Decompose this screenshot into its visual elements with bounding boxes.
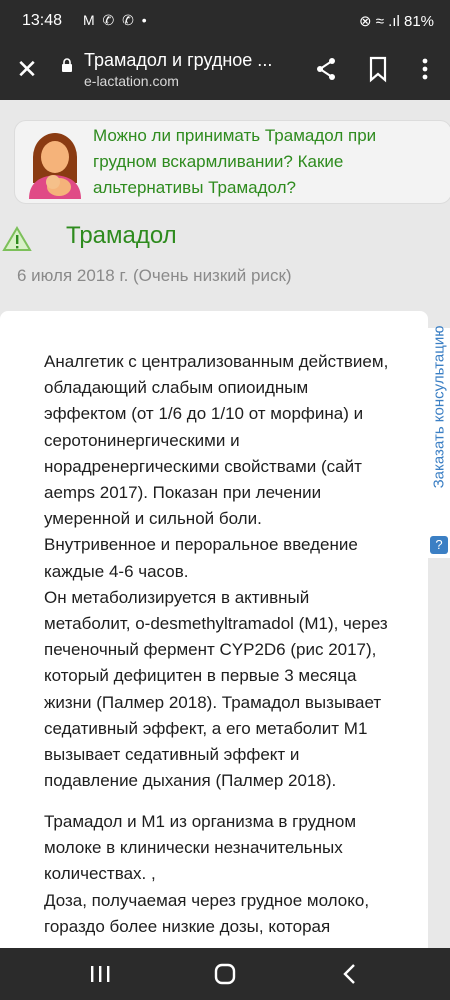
more-vert-icon[interactable] xyxy=(410,54,440,84)
consultation-tab[interactable]: Заказать консультацию ? xyxy=(428,326,450,558)
warning-triangle-icon xyxy=(2,226,32,251)
back-icon[interactable] xyxy=(330,958,370,990)
drug-date-risk: 6 июля 2018 г. (Очень низкий риск) xyxy=(17,266,292,285)
question-mark-icon: ? xyxy=(430,536,448,554)
lock-icon xyxy=(62,58,72,72)
browser-toolbar: ✕ Трамадол и грудное ... e-lactation.com xyxy=(0,44,450,100)
share-icon[interactable] xyxy=(311,54,341,84)
paragraph-1: Аналгетик с централизованным действием, … xyxy=(44,352,389,791)
bookmark-icon[interactable] xyxy=(363,54,393,84)
notification-icons: M ✆ ✆ • xyxy=(83,12,149,28)
consultation-label[interactable]: Заказать консультацию xyxy=(431,326,448,546)
system-nav-bar xyxy=(0,948,450,1000)
home-icon[interactable] xyxy=(205,958,245,990)
status-indicators: ⊗ ≈ .ıl 81% xyxy=(359,13,434,30)
status-time: 13:48 xyxy=(22,12,63,29)
close-icon[interactable]: ✕ xyxy=(12,54,42,84)
page-title: Трамадол и грудное ... xyxy=(84,50,273,70)
status-bar: 13:48 M ✆ ✆ • ⊗ ≈ .ıl 81% xyxy=(0,0,450,44)
paragraph-2: Трамадол и M1 из организма в грудном мол… xyxy=(44,812,370,936)
question-card[interactable]: Можно ли принимать Трамадол при грудном … xyxy=(14,120,450,204)
page-url: e-lactation.com xyxy=(84,73,179,89)
recents-icon[interactable] xyxy=(80,958,120,990)
drug-name: Трамадол xyxy=(66,222,177,249)
web-page: Можно ли принимать Трамадол при грудном … xyxy=(0,100,450,960)
drug-description: Аналгетик с централизованным действием, … xyxy=(0,311,428,960)
breastfeeding-mother-icon xyxy=(29,133,81,199)
question-link[interactable]: Можно ли принимать Трамадол при грудном … xyxy=(93,123,433,201)
